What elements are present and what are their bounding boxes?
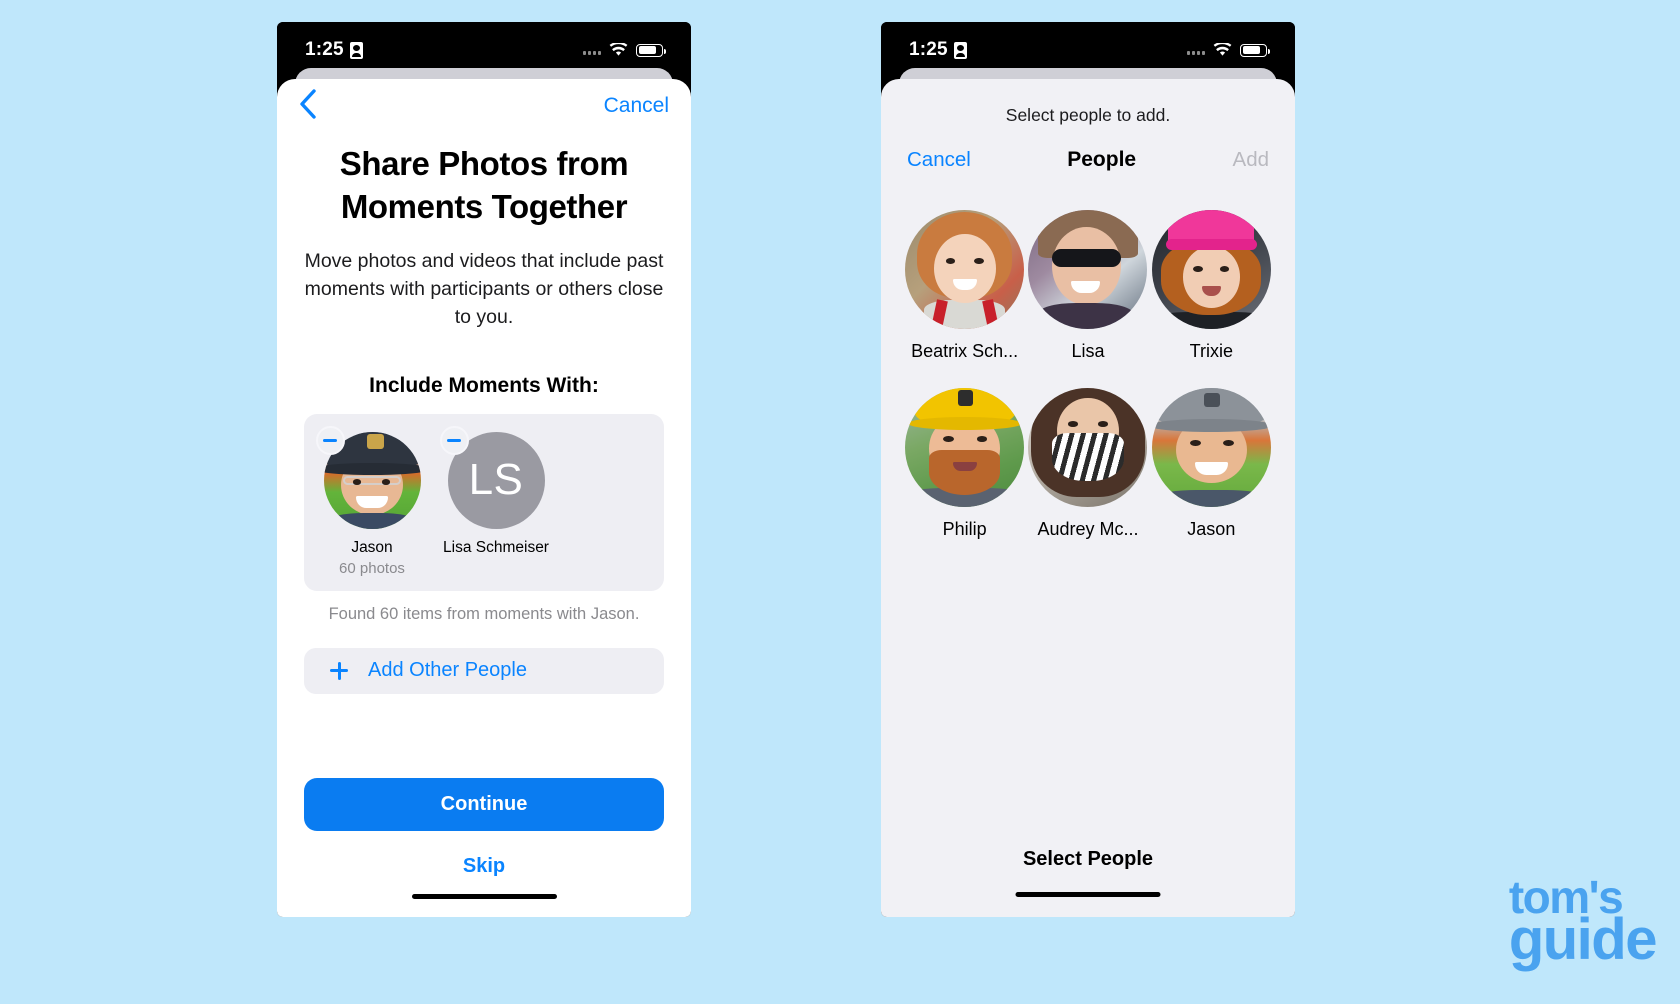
cellular-signal-icon (583, 46, 601, 55)
back-chevron-icon[interactable] (299, 88, 316, 124)
plus-icon (330, 661, 348, 680)
people-grid-item[interactable]: Audrey Mc... (1026, 388, 1149, 540)
screen-recording-icon (349, 41, 363, 59)
modal-title: People (1067, 148, 1137, 171)
continue-button[interactable]: Continue (304, 778, 664, 831)
people-grid-item[interactable]: Jason (1150, 388, 1273, 540)
status-bar-left-group: 1:25 (305, 39, 363, 61)
avatar-wrap: LS (439, 425, 545, 529)
cancel-button[interactable]: Cancel (604, 94, 669, 118)
avatar (1028, 210, 1148, 329)
share-photos-sheet: Cancel Share Photos from Moments Togethe… (277, 79, 691, 917)
avatar (905, 210, 1025, 329)
home-indicator (1015, 892, 1161, 897)
screen-recording-icon (953, 41, 967, 59)
person-name: Trixie (1189, 341, 1233, 361)
people-grid-item[interactable]: Beatrix Sch... (903, 210, 1026, 362)
person-photo-count: 60 photos (339, 559, 405, 577)
page-title: Share Photos from Moments Together (339, 145, 629, 225)
cellular-signal-icon (1187, 46, 1205, 55)
wifi-icon (1213, 43, 1232, 57)
status-time: 1:25 (909, 39, 948, 60)
toms-guide-watermark: tom's guide (1508, 874, 1658, 973)
status-bar-right-group (583, 43, 666, 57)
included-people-card: Jason 60 photos LS Lisa Schmeiser (304, 413, 664, 591)
add-other-people-label: Add Other People (368, 659, 527, 682)
select-people-label: Select People (1022, 848, 1154, 870)
portrait-audrey (1028, 388, 1148, 507)
home-indicator (411, 894, 557, 899)
phone-mockup-left: 1:25 Cancel Share Photos from Moments To… (277, 22, 691, 917)
person-name: Jason (351, 538, 393, 556)
cta-zone: Continue Skip (277, 778, 691, 917)
person-name: Jason (1187, 519, 1236, 539)
person-name: Philip (942, 519, 987, 539)
screenshot-canvas: 1:25 Cancel Share Photos from Moments To… (0, 0, 1680, 1004)
people-grid-item[interactable]: Lisa (1026, 210, 1149, 362)
portrait-trixie (1151, 210, 1271, 329)
battery-icon (636, 43, 666, 57)
watermark-line-2: guide (1508, 907, 1658, 973)
found-items-note: Found 60 items from moments with Jason. (328, 604, 640, 623)
status-time: 1:25 (305, 39, 344, 60)
avatar (1028, 388, 1148, 507)
person-name: Audrey Mc... (1037, 519, 1139, 539)
modal-nav-bar: Cancel People Add (881, 126, 1295, 172)
portrait-lisa (1028, 210, 1148, 329)
portrait-beatrix (905, 210, 1025, 329)
people-grid-item[interactable]: Trixie (1150, 210, 1273, 362)
portrait-philip (905, 388, 1025, 507)
sheet-caption: Select people to add. (1005, 105, 1171, 125)
included-person-chip[interactable]: LS Lisa Schmeiser (438, 425, 554, 577)
portrait-jason-grid (1151, 388, 1271, 507)
avatar (1151, 210, 1271, 329)
included-person-chip[interactable]: Jason 60 photos (314, 425, 430, 577)
avatar (1151, 388, 1271, 507)
minus-badge-icon[interactable] (439, 425, 469, 455)
phone-mockup-right: 1:25 Select people to add. Cancel People… (881, 22, 1295, 917)
people-grid-item[interactable]: Philip (903, 388, 1026, 540)
person-name: Lisa Schmeiser (443, 538, 549, 556)
people-grid: Beatrix Sch... Lisa Trixie Philip Audrey… (881, 172, 1295, 540)
page-description: Move photos and videos that include past… (304, 249, 664, 329)
person-name: Lisa (1071, 341, 1105, 361)
skip-button[interactable]: Skip (277, 831, 691, 894)
battery-icon (1240, 43, 1270, 57)
people-picker-sheet: Select people to add. Cancel People Add (881, 79, 1295, 917)
status-bar-right-group (1187, 43, 1270, 57)
sheet-nav-bar-left: Cancel (277, 79, 691, 133)
status-bar-left-group: 1:25 (909, 39, 967, 61)
add-other-people-button[interactable]: Add Other People (304, 647, 664, 694)
cancel-button[interactable]: Cancel (907, 148, 971, 172)
minus-badge-icon[interactable] (315, 425, 345, 455)
avatar-wrap (315, 425, 421, 529)
wifi-icon (609, 43, 628, 57)
add-button[interactable]: Add (1233, 148, 1269, 172)
include-moments-heading: Include Moments With: (369, 373, 599, 397)
avatar (905, 388, 1025, 507)
person-name: Beatrix Sch... (911, 341, 1019, 361)
